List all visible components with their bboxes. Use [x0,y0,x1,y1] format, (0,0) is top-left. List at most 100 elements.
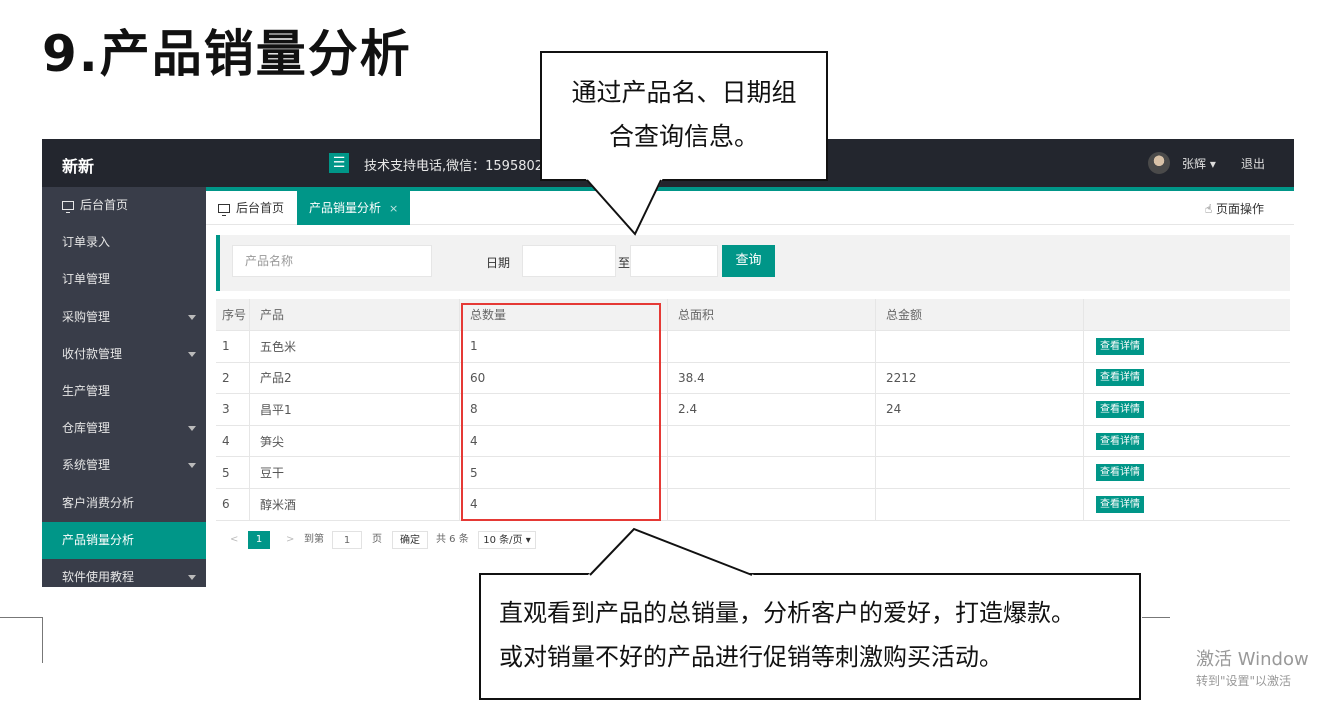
product-name-input[interactable]: 产品名称 [232,245,432,277]
next-page-icon[interactable]: > [286,531,294,549]
sidebar-item-label: 收付款管理 [62,346,123,361]
sidebar-item-label: 后台首页 [80,198,129,212]
callout-top-line-1: 通过产品名、日期组 [571,78,797,107]
view-details-button[interactable]: 查看详情 [1096,464,1144,482]
page-ops-label: 页面操作 [1215,202,1264,216]
table-cell-no: 2 [216,362,250,394]
sidebar-item-label: 软件使用教程 [62,570,135,584]
page-unit-label: 页 [372,534,382,545]
column-header: 总金额 [876,299,1084,330]
tab-home-label: 后台首页 [236,201,285,215]
search-panel: 产品名称 日期 至 查询 [216,235,1290,291]
table-cell-amount: 2212 [876,362,1084,394]
table-cell-area: 38.4 [668,362,876,394]
sidebar-item-label: 客户消费分析 [62,495,135,510]
goto-label: 到第 [304,534,324,545]
user-menu[interactable]: 张辉 ▾ [1182,155,1216,172]
table-cell-area [668,331,876,362]
prev-page-icon[interactable]: < [230,531,238,549]
end-date-input[interactable] [630,245,718,277]
column-header [1084,299,1290,330]
chevron-down-icon: ▾ [1209,157,1216,171]
activation-watermark: 激活 Window [1196,649,1309,670]
table-cell-action: 查看详情 [1084,331,1290,362]
sidebar-item-label: 产品销量分析 [62,532,135,547]
chevron-down-icon [188,426,196,432]
view-details-button[interactable]: 查看详情 [1096,495,1144,513]
sidebar: 后台首页订单录入订单管理采购管理收付款管理生产管理仓库管理系统管理客户消费分析产… [42,187,206,587]
table-row: 6 醇米酒 4 查看详情 [216,489,1290,521]
table-row: 4 笋尖 4 查看详情 [216,425,1290,458]
sidebar-item-product-sales[interactable]: 产品销量分析 [42,521,206,559]
sidebar-item-payments[interactable]: 收付款管理 [42,336,206,373]
table-cell-action: 查看详情 [1084,394,1290,425]
table-cell-amount [876,489,1084,520]
sidebar-item-label: 订单管理 [62,272,111,287]
table-cell-no: 5 [216,457,250,488]
table-cell-amount: 24 [876,394,1084,425]
page-1-button[interactable]: 1 [248,531,270,549]
sidebar-item-home[interactable]: 后台首页 [42,187,206,224]
decorative-line [1142,617,1170,618]
chevron-down-icon [188,351,196,357]
close-icon[interactable]: × [389,202,398,215]
table-cell-product: 产品2 [250,362,460,394]
page-size-select[interactable]: 10 条/页 ▾ [478,531,536,549]
table-cell-product: 笋尖 [250,425,460,457]
column-header: 序号 [216,299,250,330]
table-cell-area [668,457,876,488]
table-cell-area [668,425,876,457]
page-size-label: 10 条/页 [483,535,523,546]
callout-top-tail [585,178,663,236]
table-cell-action: 查看详情 [1084,489,1290,520]
table-cell-no: 4 [216,425,250,457]
sidebar-item-system[interactable]: 系统管理 [42,447,206,484]
sidebar-item-order-management[interactable]: 订单管理 [42,261,206,298]
table-cell-action: 查看详情 [1084,457,1290,488]
table-cell-action: 查看详情 [1084,426,1290,457]
page-number-input[interactable]: 1 [332,531,362,549]
activation-watermark-hint: 转到"设置"以激活 [1196,674,1292,688]
sidebar-item-tutorial[interactable]: 软件使用教程 [42,559,206,596]
user-avatar[interactable] [1148,152,1170,174]
table-cell-no: 3 [216,394,250,425]
table-cell-amount [876,425,1084,457]
sidebar-item-label: 采购管理 [62,309,111,324]
confirm-page-button[interactable]: 确定 [392,531,428,549]
table-row: 2 产品2 60 38.4 2212 查看详情 [216,362,1290,395]
support-contact: 技术支持电话,微信：15958021 [364,159,552,174]
tab-product-sales[interactable]: 产品销量分析 × [297,191,411,225]
sidebar-item-label: 仓库管理 [62,421,111,436]
sidebar-item-warehouse[interactable]: 仓库管理 [42,410,206,447]
chevron-down-icon [188,463,196,469]
monitor-icon [62,201,74,213]
table-row: 1 五色米 1 查看详情 [216,331,1290,363]
logout-link[interactable]: 退出 [1241,155,1265,172]
tab-home[interactable]: 后台首页 [206,191,296,225]
table-cell-product: 昌平1 [250,394,460,425]
query-button[interactable]: 查询 [722,245,775,277]
sidebar-item-order-entry[interactable]: 订单录入 [42,224,206,261]
table-cell-product: 豆干 [250,457,460,488]
decorative-corner-line [0,617,43,663]
table-cell-product: 醇米酒 [250,489,460,520]
view-details-button[interactable]: 查看详情 [1096,432,1144,450]
view-details-button[interactable]: 查看详情 [1096,337,1144,355]
menu-toggle-button[interactable]: ☰ [329,153,349,173]
sidebar-item-purchase[interactable]: 采购管理 [42,299,206,336]
table-cell-action: 查看详情 [1084,363,1290,394]
tab-active-label: 产品销量分析 [309,201,382,215]
sidebar-item-production[interactable]: 生产管理 [42,373,206,410]
page-operations-button[interactable]: ☝ 页面操作 [1205,200,1264,217]
sidebar-item-customer-analysis[interactable]: 客户消费分析 [42,485,206,522]
total-count: 共 6 条 [436,534,469,545]
table-header: 序号 产品 总数量 总面积 总金额 [216,299,1290,331]
view-details-button[interactable]: 查看详情 [1096,369,1144,387]
callout-bottom-tail [588,527,754,576]
start-date-input[interactable] [522,245,616,277]
sidebar-item-label: 生产管理 [62,384,111,398]
view-details-button[interactable]: 查看详情 [1096,400,1144,418]
table-cell-area: 2.4 [668,394,876,425]
monitor-icon [218,204,230,216]
date-label: 日期 [486,256,511,270]
